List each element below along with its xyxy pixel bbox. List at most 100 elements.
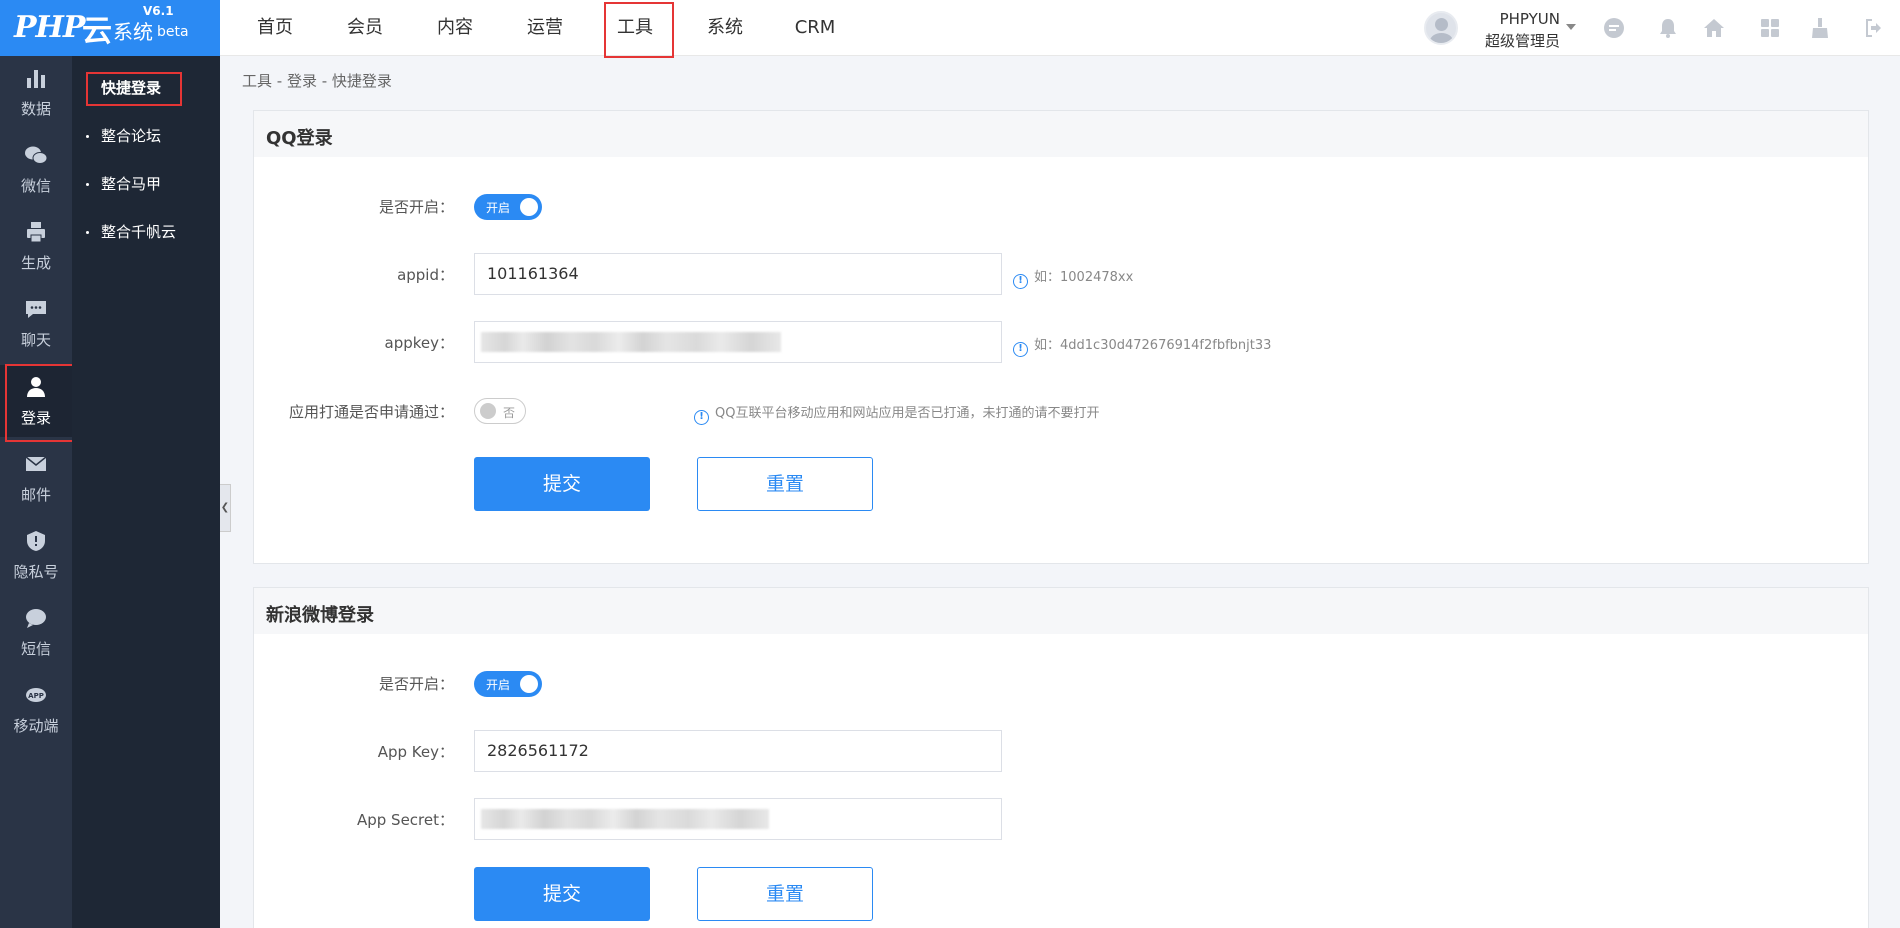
toggle-text: 否 bbox=[503, 406, 516, 420]
nav-members[interactable]: 会员 bbox=[320, 0, 410, 56]
sidebar-item-data[interactable]: 数据 bbox=[0, 56, 72, 128]
app-key-label: App Key： bbox=[377, 743, 454, 761]
qq-submit-button[interactable]: 提交 bbox=[474, 457, 650, 511]
sidebar-item-label: 数据 bbox=[20, 100, 51, 118]
submenu-item-label: 快捷登录 bbox=[101, 79, 162, 97]
sidebar-item-label: 微信 bbox=[20, 177, 51, 195]
submenu-item-majia[interactable]: 整合马甲 bbox=[72, 169, 220, 199]
sidebar-item-mail[interactable]: 邮件 bbox=[0, 442, 72, 514]
submenu-item-qianfan[interactable]: 整合千帆云 bbox=[72, 217, 220, 247]
sidebar-item-chat[interactable]: 聊天 bbox=[0, 287, 72, 359]
sidebar-item-label: 生成 bbox=[20, 254, 51, 272]
avatar[interactable] bbox=[1424, 11, 1458, 45]
user-role: 超级管理员 bbox=[1484, 32, 1560, 50]
sidebar-item-privacy-number[interactable]: 隐私号 bbox=[0, 519, 72, 591]
sidebar-item-label: 聊天 bbox=[20, 331, 51, 349]
qq-login-panel: QQ登录 是否开启： 开启 appid： 101161364 ! 如：100247… bbox=[253, 110, 1869, 564]
user-icon bbox=[27, 377, 45, 397]
qq-enable-toggle[interactable]: 开启 bbox=[474, 194, 542, 220]
logo-beta: beta bbox=[157, 24, 189, 40]
nav-operations[interactable]: 运营 bbox=[500, 0, 590, 56]
hint-text: QQ互联平台移动应用和网站应用是否已打通，未打通的请不要打开 bbox=[715, 406, 1100, 421]
appkey-input[interactable] bbox=[474, 321, 1002, 363]
submenu-item-forum[interactable]: 整合论坛 bbox=[72, 121, 220, 151]
sidebar-item-mobile[interactable]: APP 移动端 bbox=[0, 673, 72, 745]
sidebar-item-login[interactable]: 登录 bbox=[0, 364, 75, 442]
top-nav: 首页 会员 内容 运营 工具 系统 CRM bbox=[230, 0, 860, 58]
sidebar-item-sms[interactable]: 短信 bbox=[0, 596, 72, 668]
toggle-text: 开启 bbox=[486, 201, 511, 215]
message-icon bbox=[26, 609, 46, 628]
sidebar-item-label: 登录 bbox=[20, 409, 51, 427]
app-secret-label: App Secret： bbox=[356, 811, 454, 829]
chat-bubble-icon[interactable] bbox=[1602, 16, 1626, 40]
unionid-hint: ! QQ互联平台移动应用和网站应用是否已打通，未打通的请不要打开 bbox=[694, 402, 1099, 425]
masked-value bbox=[481, 332, 781, 352]
info-icon: ! bbox=[694, 410, 709, 425]
printer-icon bbox=[27, 222, 45, 243]
weibo-login-panel: 新浪微博登录 是否开启： 开启 App Key： 2826561172 App … bbox=[253, 587, 1869, 928]
wechat-icon bbox=[25, 146, 48, 164]
enable-label: 是否开启： bbox=[378, 675, 454, 693]
home-icon[interactable] bbox=[1702, 16, 1726, 40]
sidebar-item-wechat[interactable]: 微信 bbox=[0, 133, 72, 205]
sidebar-item-label: 邮件 bbox=[20, 486, 51, 504]
sidebar-item-generate[interactable]: 生成 bbox=[0, 210, 72, 282]
toggle-knob bbox=[480, 403, 496, 419]
logout-icon[interactable] bbox=[1862, 16, 1886, 40]
masked-value bbox=[481, 809, 769, 829]
panel-title: QQ登录 bbox=[266, 128, 333, 149]
panel-title: 新浪微博登录 bbox=[266, 605, 374, 626]
sidebar-item-label: 移动端 bbox=[13, 717, 59, 735]
app-secret-input[interactable] bbox=[474, 798, 1002, 840]
sidebar-item-label: 隐私号 bbox=[13, 563, 59, 581]
toggle-knob bbox=[520, 198, 538, 216]
unionid-label: 应用打通是否申请通过： bbox=[288, 403, 454, 421]
submenu-item-label: 整合论坛 bbox=[101, 127, 162, 145]
bell-icon[interactable] bbox=[1656, 16, 1680, 40]
svg-text:APP: APP bbox=[28, 692, 44, 700]
weibo-enable-toggle[interactable]: 开启 bbox=[474, 671, 542, 697]
chat-icon bbox=[26, 301, 46, 318]
top-bar: PHP 云 系统 V6.1 beta 首页 会员 内容 运营 工具 系统 CRM… bbox=[0, 0, 1900, 58]
nav-tools[interactable]: 工具 bbox=[590, 0, 680, 58]
appid-input[interactable]: 101161364 bbox=[474, 253, 1002, 295]
appkey-label: appkey： bbox=[384, 334, 455, 352]
logo-version: V6.1 bbox=[143, 4, 174, 18]
broom-icon[interactable] bbox=[1808, 16, 1832, 40]
info-icon: ! bbox=[1013, 342, 1028, 357]
sidebar-item-label: 短信 bbox=[20, 640, 51, 658]
bar-chart-icon bbox=[27, 70, 45, 88]
nav-system[interactable]: 系统 bbox=[680, 0, 770, 56]
grid-icon[interactable] bbox=[1758, 16, 1782, 40]
submenu-item-quick-login[interactable]: 快捷登录 bbox=[72, 72, 220, 106]
collapse-sidebar-button[interactable]: ❮ bbox=[220, 484, 231, 532]
info-icon: ! bbox=[1013, 274, 1028, 289]
nav-home[interactable]: 首页 bbox=[230, 0, 320, 56]
bullet-icon bbox=[86, 231, 89, 234]
logo[interactable]: PHP 云 系统 V6.1 beta bbox=[0, 0, 220, 56]
toggle-text: 开启 bbox=[486, 678, 511, 692]
qq-reset-button[interactable]: 重置 bbox=[697, 457, 873, 511]
panel-header: QQ登录 bbox=[254, 111, 1868, 157]
app-icon: APP bbox=[26, 688, 46, 702]
mail-icon bbox=[25, 456, 47, 471]
enable-label: 是否开启： bbox=[378, 198, 454, 216]
submenu-item-label: 整合千帆云 bbox=[101, 223, 177, 241]
bullet-icon bbox=[86, 135, 89, 138]
hint-text: 如：1002478xx bbox=[1034, 270, 1134, 285]
logo-php-text: PHP bbox=[14, 10, 85, 45]
chevron-down-icon[interactable] bbox=[1566, 24, 1576, 30]
weibo-reset-button[interactable]: 重置 bbox=[697, 867, 873, 921]
logo-system-text: 系统 bbox=[113, 20, 153, 44]
unionid-toggle[interactable]: 否 bbox=[474, 398, 526, 424]
hint-text: 如：4dd1c30d472676914f2fbfbnjt33 bbox=[1034, 338, 1272, 353]
weibo-submit-button[interactable]: 提交 bbox=[474, 867, 650, 921]
nav-crm[interactable]: CRM bbox=[770, 0, 860, 56]
toggle-knob bbox=[520, 675, 538, 693]
panel-header: 新浪微博登录 bbox=[254, 588, 1868, 634]
app-key-input[interactable]: 2826561172 bbox=[474, 730, 1002, 772]
nav-content[interactable]: 内容 bbox=[410, 0, 500, 56]
appid-label: appid： bbox=[397, 266, 454, 284]
shield-icon bbox=[27, 531, 45, 551]
